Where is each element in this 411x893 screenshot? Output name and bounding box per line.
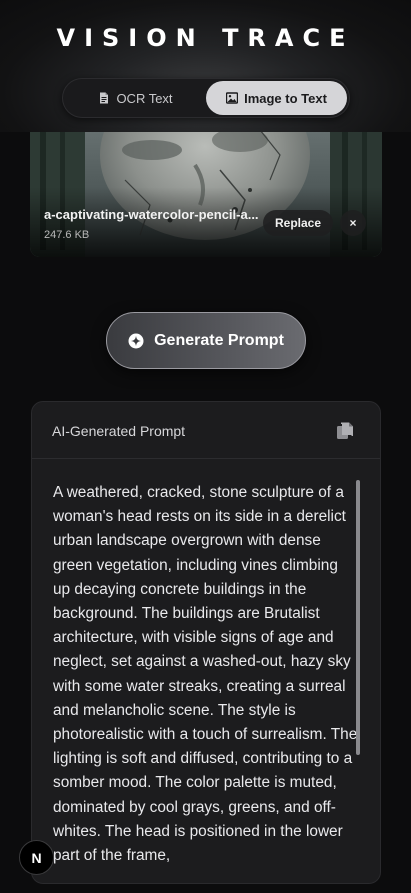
app-page: VISION TRACE OCR Text Image to Text a-ca… [0, 0, 411, 893]
file-name: a-captivating-watercolor-pencil-a... [44, 207, 259, 222]
prompt-text: A weathered, cracked, stone sculpture of… [53, 484, 358, 865]
remove-image-button[interactable]: × [340, 210, 366, 236]
generate-prompt-button[interactable]: Generate Prompt [106, 312, 306, 369]
tab-ocr-text-label: OCR Text [116, 90, 173, 106]
image-icon [226, 92, 239, 104]
app-header: VISION TRACE OCR Text Image to Text [0, 0, 411, 132]
close-icon: × [349, 216, 357, 230]
nextjs-logo-icon: N [31, 849, 42, 866]
document-icon [100, 92, 109, 104]
prompt-card-header: AI-Generated Prompt [32, 402, 380, 459]
generate-prompt-label: Generate Prompt [154, 331, 284, 349]
app-logo: VISION TRACE [56, 24, 355, 52]
copy-icon[interactable] [334, 420, 356, 442]
prompt-scrollbar[interactable] [356, 480, 360, 755]
file-size: 247.6 KB [44, 229, 90, 241]
prompt-card: AI-Generated Prompt A weathered, cracked… [31, 401, 381, 884]
mode-tabs: OCR Text Image to Text [62, 78, 350, 118]
image-preview: a-captivating-watercolor-pencil-a... 247… [30, 110, 382, 257]
nextjs-badge[interactable]: N [19, 840, 54, 875]
tab-ocr-text[interactable]: OCR Text [65, 81, 206, 115]
tab-image-to-text[interactable]: Image to Text [206, 81, 347, 115]
replace-button[interactable]: Replace [263, 210, 333, 236]
prompt-title: AI-Generated Prompt [52, 423, 186, 439]
sparkle-icon [128, 333, 144, 348]
tab-image-to-text-label: Image to Text [244, 90, 327, 106]
